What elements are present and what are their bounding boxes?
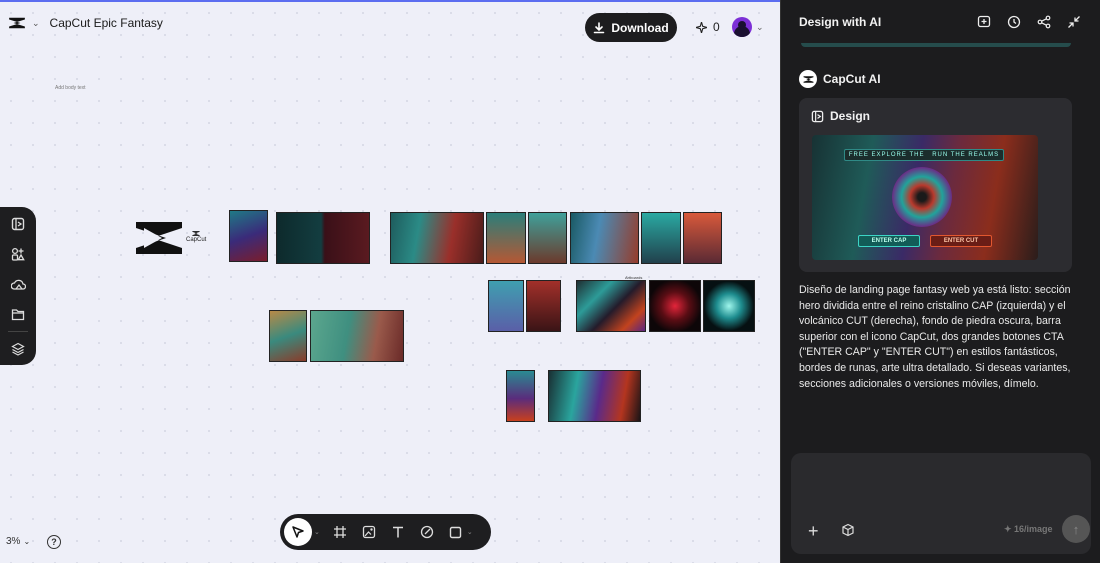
left-tool-rail <box>0 207 36 365</box>
pen-tool-button[interactable] <box>418 523 436 541</box>
credits-counter[interactable]: 0 <box>696 20 720 34</box>
download-icon <box>594 21 605 33</box>
zoom-control[interactable]: 3% ⌄ <box>6 536 30 547</box>
download-button[interactable]: Download <box>585 13 677 42</box>
artboard-mobile[interactable] <box>506 370 535 422</box>
thumbnail-portal <box>892 167 952 227</box>
zoom-level: 3% <box>6 536 21 547</box>
artboard-poster[interactable] <box>229 210 268 262</box>
thumbnail-cut-button: ENTER CUT <box>930 235 992 247</box>
download-label: Download <box>611 20 669 35</box>
help-button[interactable]: ? <box>47 535 61 549</box>
capcut-logo-icon[interactable] <box>134 219 184 257</box>
layers-icon[interactable] <box>9 340 27 358</box>
cursor-arrow-icon <box>292 526 304 538</box>
avatar[interactable] <box>732 17 752 37</box>
design-result-card[interactable]: Design FREE EXPLORE THE RUN THE REALMS E… <box>799 98 1072 272</box>
artboard-tshirts[interactable] <box>276 212 370 264</box>
design-panel-icon <box>811 110 824 122</box>
assistant-message: Diseño de landing page fantasy web ya es… <box>799 284 1071 390</box>
artboard-map-wide[interactable] <box>310 310 404 362</box>
text-tool-button[interactable] <box>389 523 407 541</box>
rail-divider <box>8 331 28 332</box>
select-tool-button[interactable] <box>284 518 312 546</box>
design-card-title: Design <box>830 109 871 123</box>
new-chat-icon[interactable] <box>976 14 992 30</box>
text-icon <box>392 526 403 538</box>
chevron-down-icon: ⌄ <box>32 17 40 28</box>
artboard-tarot-cap[interactable] <box>488 280 524 332</box>
generation-cost: ✦ 16/image <box>1004 524 1053 534</box>
bottom-toolbar: ⌄ ⌄ <box>280 514 491 550</box>
ai-design-panel: Design with AI CapCut AI Design FREE EXP… <box>780 0 1100 563</box>
chevron-down-icon[interactable]: ⌄ <box>314 528 320 536</box>
design-canvas[interactable]: ⌄ CapCut Epic Fantasy Download 0 ⌄ Add b… <box>0 0 780 563</box>
project-menu[interactable]: ⌄ CapCut Epic Fantasy <box>8 16 163 30</box>
chevron-down-icon: ⌄ <box>23 537 31 546</box>
collapse-icon[interactable] <box>1066 14 1082 30</box>
artboard-hero-wide[interactable] <box>390 212 484 264</box>
panel-actions <box>976 14 1082 30</box>
design-panel-icon[interactable] <box>9 215 27 233</box>
frame-tool-button[interactable] <box>331 523 349 541</box>
square-icon <box>450 526 462 538</box>
shape-tool-button[interactable] <box>447 523 465 541</box>
artboard-card[interactable] <box>641 212 681 264</box>
artboard-screen[interactable] <box>570 212 639 264</box>
image-tool-button[interactable] <box>360 523 378 541</box>
capcut-logo-icon <box>9 17 25 29</box>
send-button[interactable]: ↑ <box>1062 515 1090 543</box>
artboard-tarot-cut[interactable] <box>526 280 561 332</box>
history-icon[interactable] <box>1006 14 1022 30</box>
thumbnail-cap-button: ENTER CAP <box>858 235 920 247</box>
project-title[interactable]: CapCut Epic Fantasy <box>50 16 163 30</box>
artboard-emblem-cap[interactable] <box>703 280 755 332</box>
artboard-emblem-cut[interactable] <box>649 280 701 332</box>
share-icon[interactable] <box>1036 14 1052 30</box>
panel-title: Design with AI <box>799 15 882 29</box>
pen-icon <box>420 525 434 539</box>
design-card-header: Design <box>811 109 870 123</box>
artboard-map-portrait[interactable] <box>269 310 307 362</box>
upload-cloud-icon[interactable] <box>9 275 27 293</box>
assistant-name: CapCut AI <box>823 72 881 86</box>
cube-icon[interactable] <box>841 523 857 539</box>
panel-header: Design with AI <box>781 0 1100 44</box>
logo-caption: CapCut <box>186 237 207 243</box>
image-add-icon <box>362 525 376 539</box>
thumbnail-nav-text: RUN THE REALMS <box>932 152 1000 158</box>
artboard-landing[interactable] <box>548 370 641 422</box>
design-thumbnail[interactable]: FREE EXPLORE THE RUN THE REALMS ENTER CA… <box>812 135 1038 260</box>
artboard-card[interactable] <box>528 212 567 264</box>
capcut-logo-icon <box>192 231 200 236</box>
prompt-composer[interactable]: + ✦ 16/image ↑ <box>791 453 1091 554</box>
add-attachment-icon[interactable]: + <box>808 522 819 540</box>
capcut-wordmark[interactable]: CapCut <box>186 230 206 243</box>
assistant-header: CapCut AI <box>799 70 881 88</box>
folder-icon[interactable] <box>9 305 27 323</box>
chevron-down-icon[interactable]: ⌄ <box>467 528 473 536</box>
capcut-logo-icon <box>799 70 817 88</box>
sparkle-icon <box>696 21 707 33</box>
artboard-ui-kit[interactable] <box>576 280 646 332</box>
frame-icon <box>333 526 346 538</box>
artboard-card[interactable] <box>486 212 526 264</box>
scroll-hint <box>801 43 1071 47</box>
elements-icon[interactable] <box>9 245 27 263</box>
thumbnail-nav-text: FREE EXPLORE THE <box>848 152 925 158</box>
thumbnail-nav-bar: FREE EXPLORE THE RUN THE REALMS <box>844 149 1004 161</box>
artboard-card[interactable] <box>683 212 722 264</box>
add-body-text[interactable]: Add body text <box>55 85 86 91</box>
credits-count: 0 <box>713 20 720 34</box>
chevron-down-icon[interactable]: ⌄ <box>756 22 764 33</box>
